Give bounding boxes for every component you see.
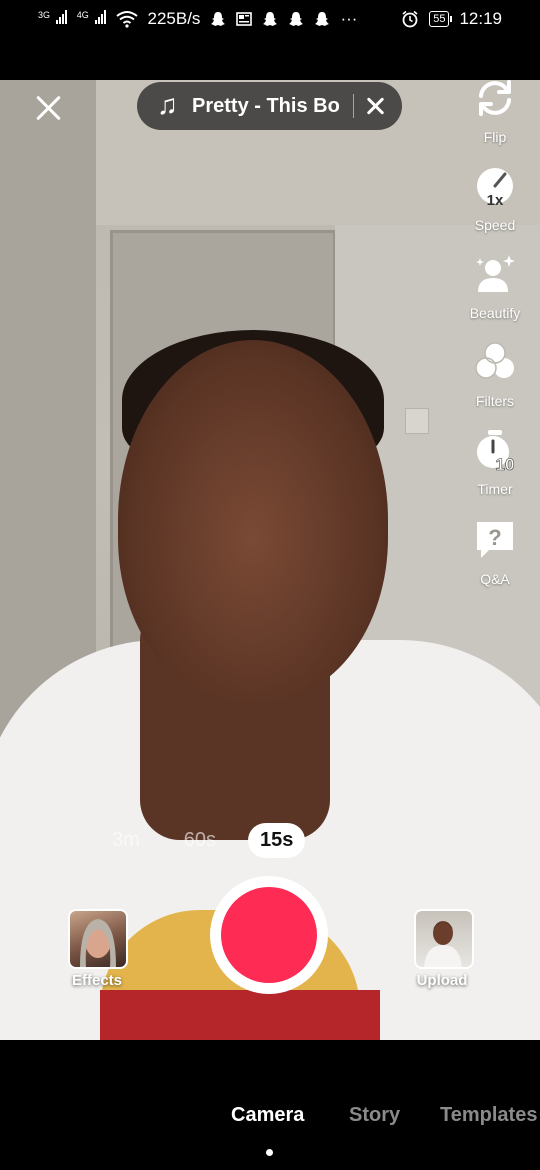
speed-badge: 1x bbox=[487, 192, 504, 208]
snapchat-icon bbox=[315, 12, 330, 26]
light-switch bbox=[405, 408, 429, 434]
record-button[interactable] bbox=[221, 887, 317, 983]
status-bar: 3G 4G 225B/s ··· 55 12:19 bbox=[0, 0, 540, 80]
active-tab-indicator bbox=[266, 1149, 273, 1156]
network-type-label: 4G bbox=[76, 10, 89, 20]
upload-thumbnail bbox=[424, 921, 462, 967]
effects-button[interactable] bbox=[68, 909, 128, 969]
beautify-button[interactable]: Beautify bbox=[460, 252, 530, 321]
duration-3m[interactable]: 3m bbox=[100, 823, 152, 858]
news-icon bbox=[236, 12, 253, 26]
flip-camera-icon bbox=[479, 80, 511, 116]
shirt-print bbox=[100, 990, 380, 1040]
timer-icon: 10 bbox=[477, 430, 515, 474]
network-speed: 225B/s bbox=[147, 9, 201, 28]
flip-label: Flip bbox=[483, 129, 507, 145]
status-left: 3G 4G 225B/s ··· bbox=[38, 8, 357, 30]
sound-title: Pretty - This Bo bbox=[192, 95, 340, 117]
timer-button[interactable]: 10 Timer bbox=[460, 428, 530, 497]
duration-selector: 3m 60s 15s bbox=[100, 822, 306, 858]
timer-label: Timer bbox=[477, 481, 513, 497]
divider bbox=[353, 94, 354, 118]
status-right: 55 12:19 bbox=[401, 8, 502, 30]
alarm-icon bbox=[402, 10, 418, 28]
effects-label: Effects bbox=[71, 972, 123, 989]
upload-button[interactable] bbox=[414, 909, 474, 969]
snapchat-icon bbox=[211, 12, 226, 26]
duration-15s[interactable]: 15s bbox=[248, 822, 306, 858]
flip-button[interactable]: Flip bbox=[460, 76, 530, 145]
speed-button[interactable]: 1x Speed bbox=[460, 164, 530, 233]
upload-label: Upload bbox=[416, 972, 468, 989]
filters-label: Filters bbox=[475, 393, 515, 409]
signal-group-2: 4G bbox=[77, 9, 106, 29]
tab-camera[interactable]: Camera bbox=[231, 1104, 304, 1127]
timer-badge: 10 bbox=[496, 455, 515, 472]
snapchat-icon bbox=[289, 12, 304, 26]
duration-60s[interactable]: 60s bbox=[172, 823, 228, 858]
more-notifications-icon: ··· bbox=[340, 9, 358, 28]
qa-icon: ? bbox=[477, 522, 513, 558]
qa-button[interactable]: ? Q&A bbox=[460, 518, 530, 587]
filters-button[interactable]: Filters bbox=[460, 340, 530, 409]
battery-icon: 55 bbox=[429, 11, 453, 27]
speed-label: Speed bbox=[474, 217, 516, 233]
sound-selector[interactable]: ♫ Pretty - This Bo bbox=[137, 82, 402, 130]
signal-bars-icon bbox=[55, 10, 67, 24]
wifi-icon bbox=[115, 11, 138, 28]
qa-label: Q&A bbox=[480, 571, 510, 587]
remove-sound-button[interactable] bbox=[362, 92, 388, 120]
tab-templates[interactable]: Templates bbox=[440, 1104, 537, 1127]
effects-thumbnail bbox=[80, 919, 116, 967]
signal-bars-icon bbox=[94, 10, 106, 24]
snapchat-icon bbox=[263, 12, 278, 26]
person-face bbox=[118, 340, 388, 700]
signal-group-1: 3G bbox=[38, 9, 67, 29]
filters-icon bbox=[475, 342, 514, 379]
speed-icon: 1x bbox=[477, 168, 513, 209]
beautify-icon bbox=[476, 255, 515, 292]
music-note-icon: ♫ bbox=[157, 89, 178, 120]
beautify-label: Beautify bbox=[469, 305, 521, 321]
network-type-label: 3G bbox=[38, 10, 51, 20]
close-camera-button[interactable] bbox=[28, 88, 68, 128]
clock: 12:19 bbox=[459, 9, 502, 28]
tab-story[interactable]: Story bbox=[349, 1104, 400, 1127]
qa-glyph: ? bbox=[488, 525, 501, 550]
